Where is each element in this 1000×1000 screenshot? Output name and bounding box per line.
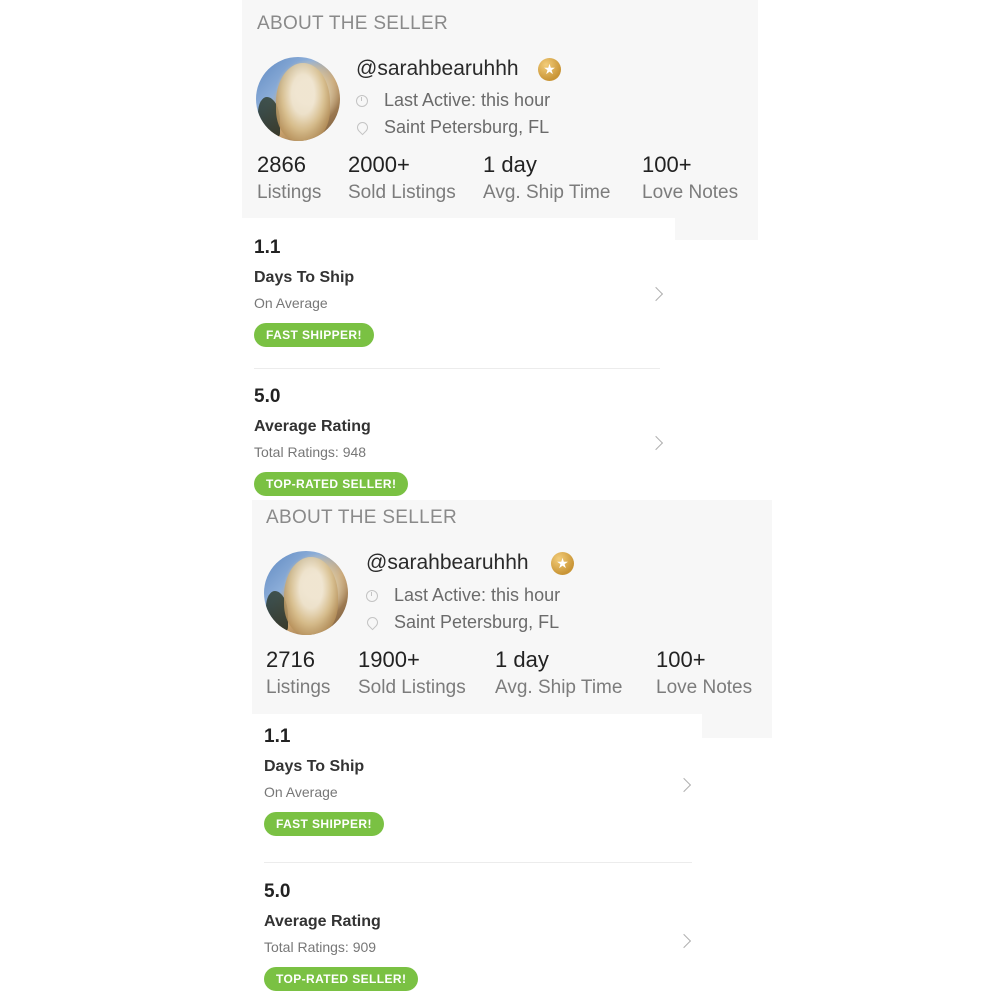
location-row: Saint Petersburg, FL bbox=[364, 612, 560, 633]
ship-days-title: Days To Ship bbox=[254, 269, 355, 286]
stat-avg-ship-time: 1 day Avg. Ship Time bbox=[495, 647, 622, 699]
stat-label: Sold Listings bbox=[358, 677, 466, 698]
rating-title: Average Rating bbox=[254, 418, 371, 435]
chevron-right-icon[interactable] bbox=[648, 435, 664, 451]
shipping-card[interactable]: 1.1 Days To Ship On Average FAST SHIPPER… bbox=[264, 726, 384, 836]
seller-header-1-ext bbox=[675, 218, 758, 240]
avatar[interactable] bbox=[264, 551, 348, 635]
last-active-text: Last Active: this hour bbox=[394, 585, 561, 605]
stat-value: 2000+ bbox=[348, 152, 410, 177]
star-icon: ★ bbox=[538, 58, 561, 81]
clock-icon bbox=[366, 589, 378, 602]
last-active-text: Last Active: this hour bbox=[384, 90, 551, 110]
fast-shipper-badge: FAST SHIPPER! bbox=[254, 323, 374, 347]
avatar[interactable] bbox=[256, 57, 340, 141]
stat-label: Listings bbox=[266, 677, 331, 698]
location-pin-icon bbox=[354, 119, 370, 136]
stat-avg-ship-time: 1 day Avg. Ship Time bbox=[483, 152, 610, 204]
seller-header-2-ext bbox=[702, 714, 772, 738]
stat-listings[interactable]: 2716 Listings bbox=[266, 647, 330, 699]
top-rated-badge: TOP-RATED SELLER! bbox=[254, 472, 409, 496]
shipping-card[interactable]: 1.1 Days To Ship On Average FAST SHIPPER… bbox=[254, 237, 374, 347]
location-text: Saint Petersburg, FL bbox=[384, 117, 550, 137]
divider bbox=[254, 368, 660, 369]
stat-value: 1 day bbox=[495, 647, 549, 672]
chevron-right-icon[interactable] bbox=[676, 933, 692, 949]
stat-listings[interactable]: 2866 Listings bbox=[257, 152, 321, 204]
stat-sold-listings[interactable]: 2000+ Sold Listings bbox=[348, 152, 456, 204]
stat-label: Love Notes bbox=[656, 677, 753, 698]
ship-days-sub: On Average bbox=[264, 784, 338, 800]
location-pin-icon bbox=[364, 614, 380, 631]
stat-love-notes[interactable]: 100+ Love Notes bbox=[656, 647, 752, 699]
rating-sub: Total Ratings: 909 bbox=[264, 939, 377, 955]
stat-value: 2716 bbox=[266, 647, 315, 672]
stat-label: Sold Listings bbox=[348, 182, 456, 203]
last-active-row: Last Active: this hour bbox=[356, 90, 550, 111]
rating-title: Average Rating bbox=[264, 913, 381, 930]
clock-icon bbox=[356, 94, 368, 107]
seller-username[interactable]: @sarahbearuhhh bbox=[356, 57, 519, 81]
section-title: ABOUT THE SELLER bbox=[266, 507, 457, 528]
ship-days-value: 1.1 bbox=[254, 237, 281, 258]
ship-days-sub: On Average bbox=[254, 295, 328, 311]
top-rated-badge: TOP-RATED SELLER! bbox=[264, 967, 419, 991]
location-row: Saint Petersburg, FL bbox=[354, 117, 550, 138]
chevron-right-icon[interactable] bbox=[676, 777, 692, 793]
stat-value: 2866 bbox=[257, 152, 306, 177]
star-icon: ★ bbox=[551, 552, 574, 575]
rating-card[interactable]: 5.0 Average Rating Total Ratings: 909 TO… bbox=[264, 881, 419, 991]
divider bbox=[264, 862, 692, 863]
rating-value: 5.0 bbox=[254, 386, 281, 407]
chevron-right-icon[interactable] bbox=[648, 286, 664, 302]
stat-label: Listings bbox=[257, 182, 322, 203]
rating-value: 5.0 bbox=[264, 881, 291, 902]
stat-value: 1900+ bbox=[358, 647, 420, 672]
stat-label: Avg. Ship Time bbox=[483, 182, 611, 203]
stat-label: Avg. Ship Time bbox=[495, 677, 623, 698]
stat-love-notes[interactable]: 100+ Love Notes bbox=[642, 152, 738, 204]
fast-shipper-badge: FAST SHIPPER! bbox=[264, 812, 384, 836]
seller-username[interactable]: @sarahbearuhhh bbox=[366, 551, 529, 575]
last-active-row: Last Active: this hour bbox=[366, 585, 560, 606]
stat-label: Love Notes bbox=[642, 182, 739, 203]
stat-sold-listings[interactable]: 1900+ Sold Listings bbox=[358, 647, 466, 699]
section-title: ABOUT THE SELLER bbox=[257, 13, 448, 34]
rating-card[interactable]: 5.0 Average Rating Total Ratings: 948 TO… bbox=[254, 386, 409, 496]
rating-sub: Total Ratings: 948 bbox=[254, 444, 367, 460]
stat-value: 100+ bbox=[642, 152, 692, 177]
ship-days-title: Days To Ship bbox=[264, 758, 365, 775]
stat-value: 100+ bbox=[656, 647, 706, 672]
location-text: Saint Petersburg, FL bbox=[394, 612, 560, 632]
stat-value: 1 day bbox=[483, 152, 537, 177]
ship-days-value: 1.1 bbox=[264, 726, 291, 747]
